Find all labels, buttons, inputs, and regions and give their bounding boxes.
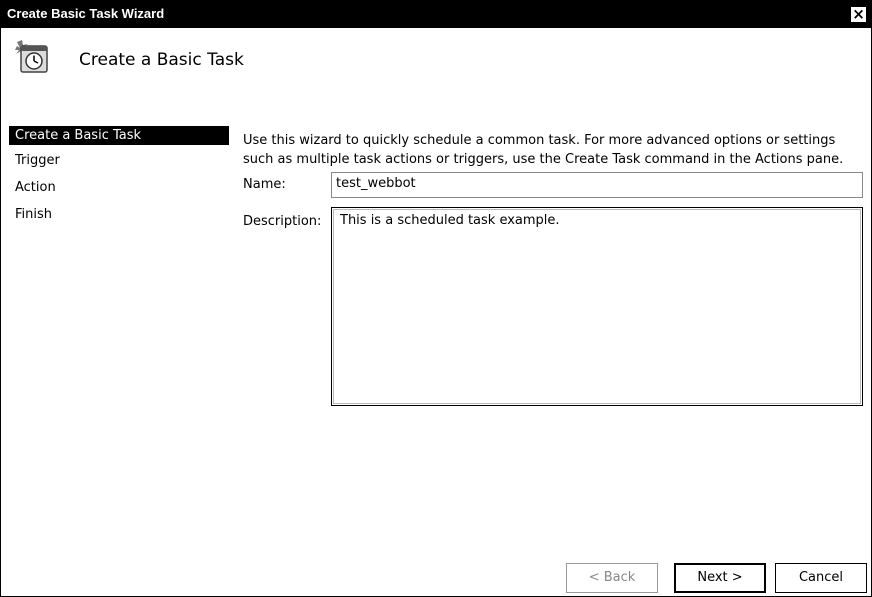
- page-title: Create a Basic Task: [79, 50, 244, 70]
- name-label: Name:: [243, 177, 286, 192]
- back-button[interactable]: < Back: [566, 563, 658, 593]
- next-button[interactable]: Next >: [674, 563, 766, 593]
- intro-text: Use this wizard to quickly schedule a co…: [243, 133, 844, 167]
- description-textarea[interactable]: This is a scheduled task example.: [331, 207, 863, 406]
- description-text: This is a scheduled task example.: [340, 213, 560, 228]
- title-bar[interactable]: Create Basic Task Wizard ×: [1, 1, 871, 28]
- scheduled-task-clock-icon: [13, 38, 53, 78]
- cancel-button[interactable]: Cancel: [775, 563, 867, 593]
- step-finish[interactable]: Finish: [9, 204, 229, 226]
- description-inner-border: [333, 209, 861, 404]
- wizard-steps: Create a Basic Task Trigger Action Finis…: [9, 126, 229, 231]
- step-create-basic-task[interactable]: Create a Basic Task: [9, 126, 229, 145]
- name-input[interactable]: test_webbot: [331, 172, 863, 198]
- step-action[interactable]: Action: [9, 177, 229, 199]
- step-trigger[interactable]: Trigger: [9, 150, 229, 172]
- window-title: Create Basic Task Wizard: [7, 6, 165, 21]
- wizard-window: Create Basic Task Wizard × Create a Basi…: [0, 0, 872, 597]
- description-label: Description:: [243, 214, 322, 229]
- close-button[interactable]: ×: [850, 6, 867, 23]
